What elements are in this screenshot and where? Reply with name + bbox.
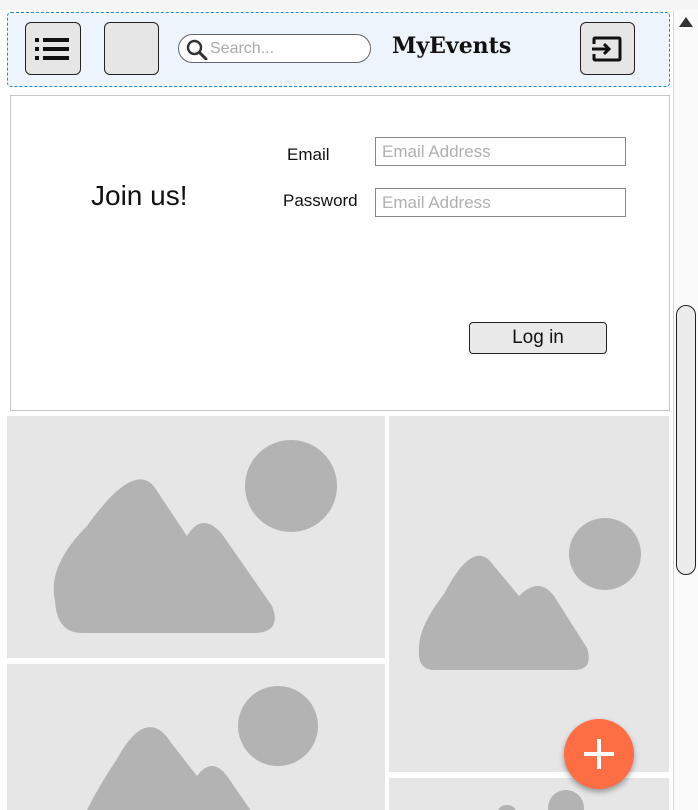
image-placeholder-icon: [53, 440, 337, 633]
email-field[interactable]: Email Address: [375, 137, 626, 166]
image-tile[interactable]: [7, 416, 385, 658]
login-button[interactable]: Log in: [469, 322, 607, 354]
search-input[interactable]: Search...: [178, 34, 371, 63]
join-heading: Join us!: [91, 180, 188, 211]
image-tile[interactable]: [389, 778, 669, 810]
image-placeholder-icon: [87, 686, 318, 810]
window-top-strip: [0, 0, 698, 10]
list-icon: [35, 37, 69, 60]
scroll-up-arrow-icon[interactable]: [676, 12, 696, 32]
password-label: Password: [283, 191, 358, 210]
image-tile[interactable]: [7, 664, 385, 810]
plus-icon: [584, 739, 614, 769]
email-label: Email: [287, 145, 330, 164]
login-icon-button[interactable]: [580, 22, 635, 75]
menu-button[interactable]: [25, 22, 81, 75]
image-tile[interactable]: [389, 416, 669, 772]
password-field[interactable]: Email Address: [375, 188, 626, 217]
app-brand: MyEvents: [392, 33, 512, 59]
add-event-button[interactable]: [564, 719, 634, 789]
image-placeholder-icon: [498, 790, 584, 810]
scrollbar-thumb[interactable]: [676, 305, 696, 575]
search-icon: [186, 39, 208, 60]
image-placeholder-icon: [418, 518, 641, 670]
triangle-up-icon: [679, 17, 693, 27]
sign-in-arrow-icon: [591, 36, 621, 61]
search-placeholder: Search...: [210, 40, 275, 57]
blank-button[interactable]: [104, 22, 159, 75]
